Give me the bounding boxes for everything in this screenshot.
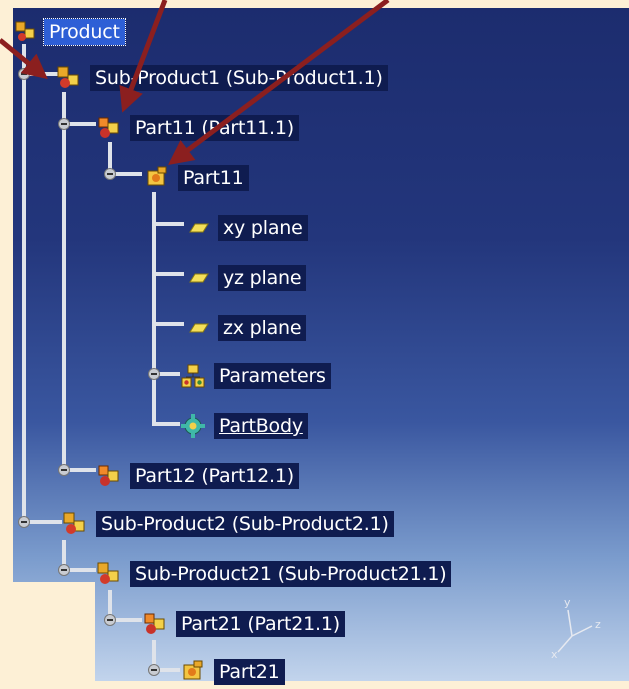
arrow-to-part11-part xyxy=(168,0,390,165)
arrow-to-sub-product1 xyxy=(0,38,48,80)
arrow-to-part11 xyxy=(119,0,168,113)
annotation-arrows xyxy=(0,0,390,165)
